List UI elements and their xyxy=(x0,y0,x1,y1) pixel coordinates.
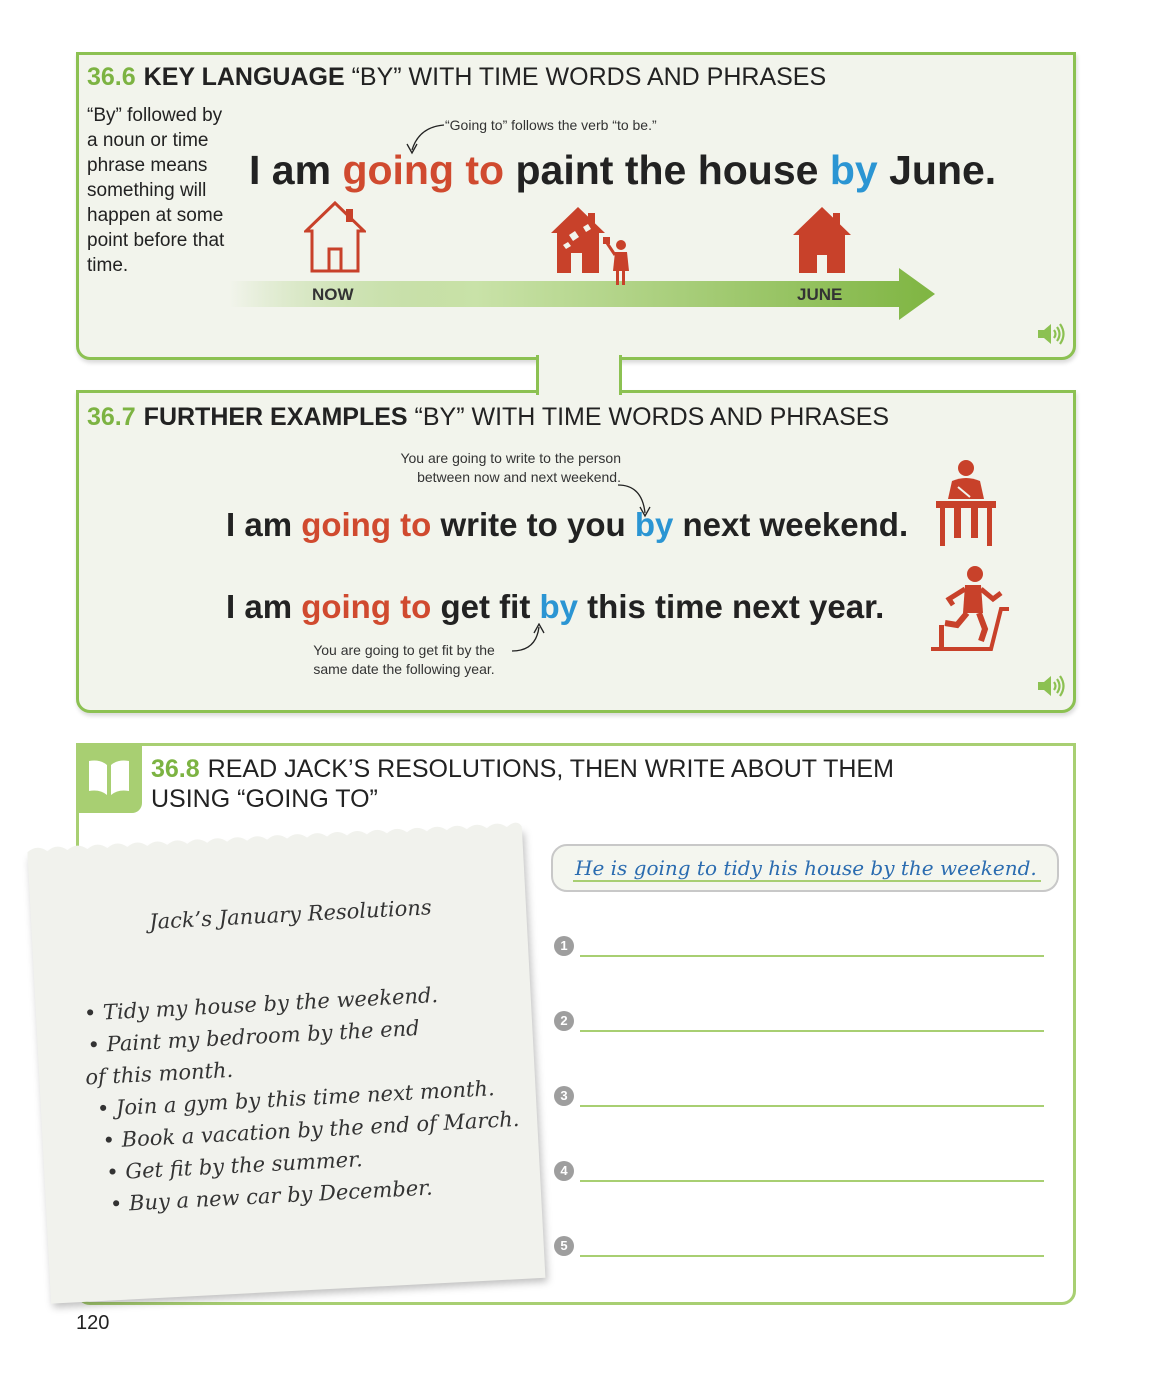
person-writing-icon xyxy=(936,460,996,546)
timeline-now-label: NOW xyxy=(312,285,354,304)
resolution-item: of this month. xyxy=(84,1057,234,1090)
answer-number: 2 xyxy=(554,1011,574,1031)
exercise-panel: 36.8 READ JACK’S RESOLUTIONS, THEN WRITE … xyxy=(27,743,1076,1305)
answer-number: 4 xyxy=(554,1161,574,1181)
answer-number: 1 xyxy=(554,936,574,956)
note2-arrow xyxy=(511,623,545,652)
house-painting-icon xyxy=(551,207,629,285)
example-answer-text: He is going to tidy his house by the wee… xyxy=(575,856,1037,880)
house-filled-icon xyxy=(793,207,851,273)
further-examples-panel: 36.7 FURTHER EXAMPLES “BY” WITH TIME WORD… xyxy=(76,390,1076,713)
section-title-36-6: 36.6 KEY LANGUAGE “BY” WITH TIME WORDS AN… xyxy=(87,63,827,91)
example-answer-box: He is going to tidy his house by the wee… xyxy=(551,844,1059,892)
resolutions-note: Jack’s January Resolutions • Tidy my hou… xyxy=(27,822,546,1304)
example2-note: You are going to get fit by the same dat… xyxy=(313,642,495,677)
answer-line[interactable] xyxy=(580,1180,1044,1182)
answer-line[interactable] xyxy=(580,955,1044,957)
answer-line[interactable] xyxy=(580,1030,1044,1032)
speaker-icon[interactable] xyxy=(1036,321,1066,347)
answer-number: 5 xyxy=(554,1236,574,1256)
resolution-item: • Get fit by the summer. xyxy=(105,1147,364,1185)
house-outline-icon xyxy=(304,201,366,273)
torn-edge xyxy=(27,822,523,859)
example-sentence-1: I am going to write to you by next weeke… xyxy=(226,506,909,543)
person-treadmill-icon xyxy=(931,566,1009,651)
answer-line[interactable] xyxy=(580,1105,1044,1107)
book-icon xyxy=(89,760,129,795)
key-language-panel: 36.6 KEY LANGUAGE “BY” WITH TIME WORDS AN… xyxy=(76,52,1076,360)
example-answer-line xyxy=(573,880,1041,882)
answer-line[interactable] xyxy=(580,1255,1044,1257)
speaker-icon[interactable] xyxy=(1036,673,1066,699)
timeline-june-label: JUNE xyxy=(797,285,843,304)
section-title-36-7: 36.7 FURTHER EXAMPLES “BY” WITH TIME WORD… xyxy=(87,403,890,431)
section-title-36-8: 36.8 READ JACK’S RESOLUTIONS, THEN WRITE … xyxy=(151,755,894,813)
example-sentence-2: I am going to get fit by this time next … xyxy=(226,588,885,625)
explanation-text: “By” followed by a noun or time phrase m… xyxy=(87,105,225,276)
page-number: 120 xyxy=(76,1312,110,1334)
note-title: Jack’s January Resolutions xyxy=(148,895,433,934)
example1-note: You are going to write to the person bet… xyxy=(400,450,621,485)
going-to-note: “Going to” follows the verb “to be.” xyxy=(445,117,657,133)
example-sentence: I am going to paint the house by June. xyxy=(249,147,997,193)
panel-connector xyxy=(536,355,622,395)
book-badge xyxy=(76,743,142,813)
answer-number: 3 xyxy=(554,1086,574,1106)
